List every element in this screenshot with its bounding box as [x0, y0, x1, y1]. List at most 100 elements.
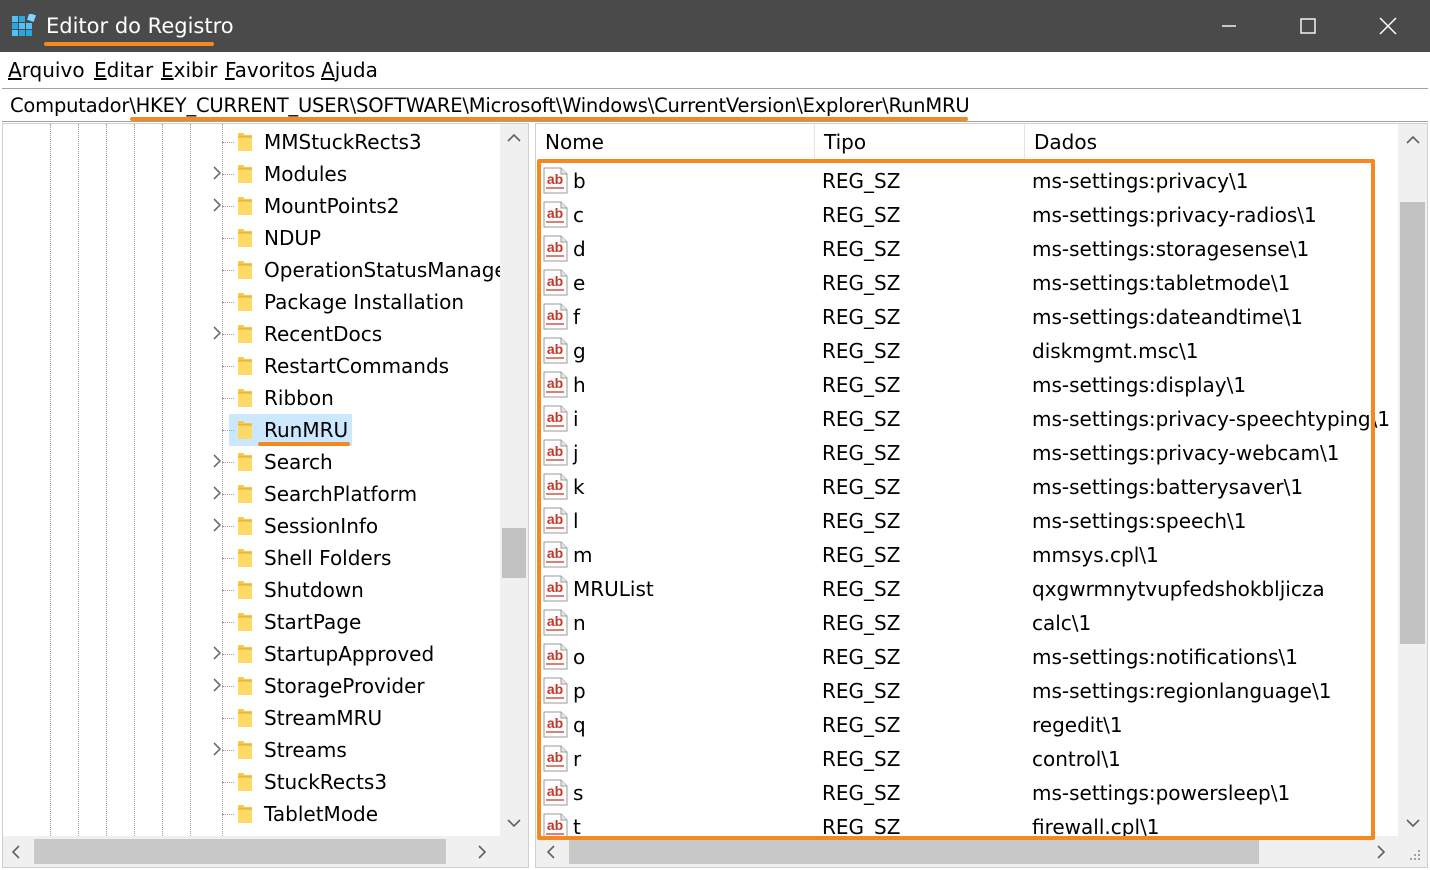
- table-row[interactable]: ab e REG_SZ ms-settings:tabletmode\1: [536, 266, 1398, 300]
- scroll-up-icon[interactable]: [507, 133, 521, 143]
- string-value-icon: ab: [543, 541, 568, 568]
- tree-item[interactable]: Search: [3, 446, 498, 478]
- tree-item[interactable]: Shutdown: [3, 574, 498, 606]
- tree-item[interactable]: Package Installation: [3, 286, 498, 318]
- address-path[interactable]: Computador\HKEY_CURRENT_USER\SOFTWARE\Mi…: [10, 93, 970, 119]
- value-type: REG_SZ: [822, 645, 901, 669]
- menu-arquivo[interactable]: Arquivo: [8, 58, 85, 82]
- table-row[interactable]: ab q REG_SZ regedit\1: [536, 708, 1398, 742]
- tree-item[interactable]: MountPoints2: [3, 190, 498, 222]
- table-row[interactable]: ab d REG_SZ ms-settings:storagesense\1: [536, 232, 1398, 266]
- tree-item[interactable]: Modules: [3, 158, 498, 190]
- tree-item[interactable]: SearchPlatform: [3, 478, 498, 510]
- chevron-right-icon[interactable]: [208, 740, 226, 758]
- table-row[interactable]: ab f REG_SZ ms-settings:dateandtime\1: [536, 300, 1398, 334]
- table-row[interactable]: ab g REG_SZ diskmgmt.msc\1: [536, 334, 1398, 368]
- tree-item[interactable]: RestartCommands: [3, 350, 498, 382]
- table-row[interactable]: ab l REG_SZ ms-settings:speech\1: [536, 504, 1398, 538]
- table-row[interactable]: ab c REG_SZ ms-settings:privacy-radios\1: [536, 198, 1398, 232]
- tree-item-label: Shutdown: [264, 578, 364, 602]
- table-row[interactable]: ab k REG_SZ ms-settings:batterysaver\1: [536, 470, 1398, 504]
- tree-item[interactable]: TabletMode: [3, 798, 498, 830]
- chevron-right-icon[interactable]: [208, 516, 226, 534]
- tree-item[interactable]: SessionInfo: [3, 510, 498, 542]
- tree-item[interactable]: StartPage: [3, 606, 498, 638]
- tree-item[interactable]: MMStuckRects3: [3, 126, 498, 158]
- resize-grip-icon[interactable]: [1408, 848, 1422, 862]
- column-header-type[interactable]: Tipo: [815, 124, 1025, 160]
- tree-item[interactable]: StuckRects3: [3, 766, 498, 798]
- tree-item[interactable]: StartupApproved: [3, 638, 498, 670]
- column-header-data[interactable]: Dados: [1025, 124, 1398, 160]
- selected-key-highlight: [258, 442, 350, 446]
- string-value-icon: ab: [543, 575, 568, 602]
- value-name: i: [573, 407, 579, 431]
- value-data: ms-settings:batterysaver\1: [1032, 475, 1304, 499]
- table-row[interactable]: ab n REG_SZ calc\1: [536, 606, 1398, 640]
- close-button[interactable]: [1348, 0, 1428, 52]
- svg-text:ab: ab: [547, 375, 563, 391]
- svg-text:ab: ab: [547, 511, 563, 527]
- tree-item[interactable]: Shell Folders: [3, 542, 498, 574]
- value-name: f: [573, 305, 581, 329]
- scroll-right-icon[interactable]: [477, 845, 487, 859]
- menu-favoritos[interactable]: Favoritos: [225, 58, 315, 82]
- chevron-right-icon[interactable]: [208, 644, 226, 662]
- menu-ajuda[interactable]: Ajuda: [321, 58, 378, 82]
- table-row[interactable]: ab h REG_SZ ms-settings:display\1: [536, 368, 1398, 402]
- tree-item[interactable]: RecentDocs: [3, 318, 498, 350]
- maximize-button[interactable]: [1268, 0, 1348, 52]
- table-row[interactable]: ab r REG_SZ control\1: [536, 742, 1398, 776]
- table-row[interactable]: ab s REG_SZ ms-settings:powersleep\1: [536, 776, 1398, 810]
- values-list[interactable]: Nome Tipo Dados ab b REG_SZ ms-settings:pri…: [535, 123, 1428, 868]
- scroll-down-icon[interactable]: [507, 818, 521, 828]
- chevron-right-icon[interactable]: [208, 484, 226, 502]
- close-icon: [1379, 17, 1397, 35]
- menu-editar[interactable]: Editar: [94, 58, 153, 82]
- table-row[interactable]: ab o REG_SZ ms-settings:notifications\1: [536, 640, 1398, 674]
- chevron-right-icon[interactable]: [208, 164, 226, 182]
- minimize-button[interactable]: [1189, 0, 1269, 52]
- list-vertical-scrollbar[interactable]: [1398, 124, 1427, 836]
- table-row[interactable]: ab i REG_SZ ms-settings:privacy-speechtypin…: [536, 402, 1398, 436]
- tree-vertical-scrollbar[interactable]: [500, 124, 528, 836]
- value-name: n: [573, 611, 586, 635]
- table-row[interactable]: ab m REG_SZ mmsys.cpl\1: [536, 538, 1398, 572]
- scroll-up-icon[interactable]: [1406, 135, 1420, 145]
- table-row[interactable]: ab j REG_SZ ms-settings:privacy-webcam\1: [536, 436, 1398, 470]
- folder-icon: [238, 421, 252, 439]
- value-name: c: [573, 203, 584, 227]
- svg-text:ab: ab: [547, 545, 563, 561]
- tree-horizontal-scrollbar[interactable]: [3, 836, 528, 867]
- table-row[interactable]: ab p REG_SZ ms-settings:regionlanguage\1: [536, 674, 1398, 708]
- tree-hscroll-thumb[interactable]: [34, 839, 446, 864]
- table-row[interactable]: ab b REG_SZ ms-settings:privacy\1: [536, 164, 1398, 198]
- tree-item[interactable]: OperationStatusManager: [3, 254, 515, 286]
- chevron-right-icon[interactable]: [208, 324, 226, 342]
- value-data: ms-settings:storagesense\1: [1032, 237, 1310, 261]
- tree-item[interactable]: Streams: [3, 734, 498, 766]
- column-header-name[interactable]: Nome: [536, 124, 815, 160]
- scroll-down-icon[interactable]: [1406, 818, 1420, 828]
- key-tree[interactable]: MMStuckRects3 Modules MountPoints2 NDUP Oper…: [2, 123, 529, 868]
- scroll-left-icon[interactable]: [546, 845, 556, 859]
- table-row[interactable]: ab MRUList REG_SZ qxgwrmnytvupfedshokbljicz…: [536, 572, 1398, 606]
- tree-item[interactable]: StorageProvider: [3, 670, 498, 702]
- tree-item[interactable]: Ribbon: [3, 382, 498, 414]
- tree-item[interactable]: StreamMRU: [3, 702, 498, 734]
- list-hscroll-thumb[interactable]: [569, 839, 1259, 864]
- chevron-right-icon[interactable]: [208, 452, 226, 470]
- list-scroll-thumb[interactable]: [1400, 202, 1425, 644]
- tree-item-label: MMStuckRects3: [264, 130, 422, 154]
- scroll-right-icon[interactable]: [1376, 845, 1386, 859]
- string-value-icon: ab: [543, 303, 568, 330]
- scroll-left-icon[interactable]: [11, 845, 21, 859]
- tree-item[interactable]: RunMRU: [3, 414, 498, 446]
- list-horizontal-scrollbar[interactable]: [536, 836, 1427, 867]
- tree-item[interactable]: NDUP: [3, 222, 498, 254]
- chevron-right-icon[interactable]: [208, 676, 226, 694]
- chevron-right-icon[interactable]: [208, 196, 226, 214]
- menu-exibir[interactable]: Exibir: [161, 58, 218, 82]
- tree-scroll-thumb[interactable]: [502, 528, 526, 578]
- svg-text:ab: ab: [547, 647, 563, 663]
